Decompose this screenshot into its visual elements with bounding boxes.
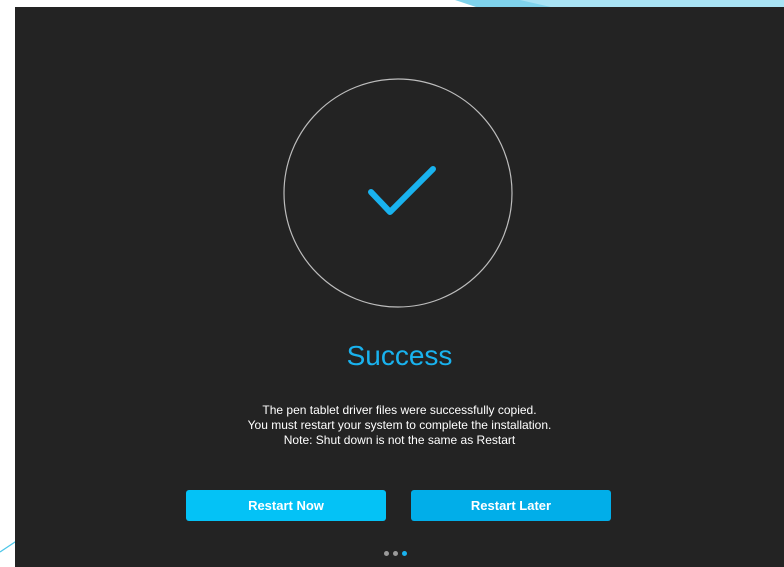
message-line-1: The pen tablet driver files were success…: [262, 403, 537, 417]
pagination-dots: [384, 551, 424, 559]
success-title: Success: [346, 340, 453, 371]
pagination-dot-3: [402, 551, 407, 556]
restart-now-button[interactable]: Restart Now: [186, 490, 386, 521]
success-circle: [283, 78, 513, 308]
pagination-dot-1: [384, 551, 389, 556]
success-message: The pen tablet driver files were success…: [15, 403, 784, 448]
message-line-3: Note: Shut down is not the same as Resta…: [283, 433, 516, 447]
success-dialog: Success The pen tablet driver files were…: [15, 7, 784, 567]
restart-later-button[interactable]: Restart Later: [411, 490, 611, 521]
pagination-dot-2: [393, 551, 398, 556]
checkmark-icon: [368, 166, 436, 215]
message-line-2: You must restart your system to complete…: [247, 418, 552, 432]
